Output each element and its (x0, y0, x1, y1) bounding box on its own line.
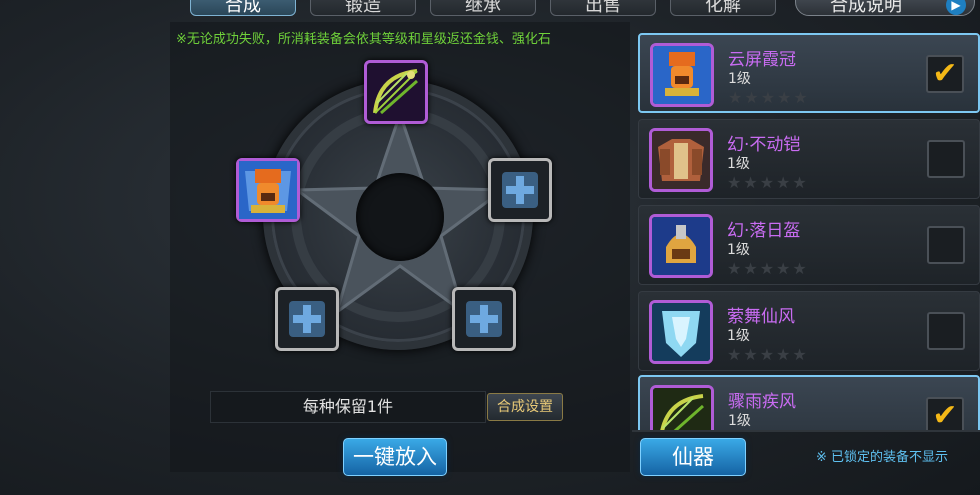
item-name: 幻·落日盔 (727, 221, 801, 241)
keep-one-each-bar: 每种保留1件 (210, 391, 486, 423)
arrow-right-icon: ▶ (946, 0, 966, 15)
plus-icon (466, 301, 502, 337)
crown-helmet-icon (239, 161, 297, 219)
synthesis-notice: ※无论成功失败，所消耗装备会依其等级和星级返还金钱、强化石 (176, 32, 551, 47)
tab-dissolve[interactable]: 化解 (670, 0, 776, 16)
item-checkbox[interactable]: ✔ (926, 55, 964, 93)
synthesis-help-label: 合成说明 (830, 0, 902, 16)
item-name: 幻·不动铠 (727, 135, 801, 155)
list-item[interactable]: 骤雨疾风 1级 ★★★★★ ✔ (638, 375, 980, 430)
item-level: 1级 (727, 156, 750, 172)
auto-fill-button[interactable]: 一键放入 (343, 438, 447, 476)
item-level: 1级 (728, 413, 751, 429)
list-item[interactable]: 云屏霞冠 1级 ★★★★★ ✔ (638, 33, 980, 113)
helmet-icon (649, 214, 713, 278)
star-rating-icon: ★★★★★ (728, 88, 810, 107)
bow-icon (650, 385, 714, 430)
item-level: 1级 (727, 242, 750, 258)
slot-left[interactable] (236, 158, 300, 222)
item-checkbox[interactable] (927, 312, 965, 350)
star-rating-icon: ★★★★★ (727, 345, 809, 364)
list-item[interactable]: 幻·不动铠 1级 ★★★★★ (638, 119, 980, 199)
list-divider (632, 430, 980, 432)
slot-right[interactable] (488, 158, 552, 222)
item-level: 1级 (727, 328, 750, 344)
checkmark-icon: ✔ (932, 56, 958, 91)
wheel-center-hole (356, 173, 444, 261)
locked-items-note: ※ 已锁定的装备不显示 (816, 450, 949, 465)
tab-synthesize[interactable]: 合成 (190, 0, 296, 16)
slot-top[interactable] (364, 60, 428, 124)
category-xianqi-button[interactable]: 仙器 (640, 438, 746, 476)
synthesis-help-tab[interactable]: 合成说明 ▶ (795, 0, 975, 16)
armor-icon (649, 128, 713, 192)
tab-inherit[interactable]: 继承 (430, 0, 536, 16)
item-checkbox[interactable]: ✔ (926, 397, 964, 430)
bow-icon (373, 69, 418, 115)
synth-settings-button[interactable]: 合成设置 (487, 393, 563, 421)
checkmark-icon: ✔ (932, 398, 958, 431)
item-checkbox[interactable] (927, 226, 965, 264)
slot-bottom-right[interactable] (452, 287, 516, 351)
star-rating-icon: ★★★★★ (727, 173, 809, 192)
plus-icon (289, 301, 325, 337)
item-checkbox[interactable] (927, 140, 965, 178)
slot-bottom-left[interactable] (275, 287, 339, 351)
shield-icon (649, 300, 713, 364)
item-name: 骤雨疾风 (728, 392, 796, 412)
plus-icon (502, 172, 538, 208)
item-name: 萦舞仙风 (727, 307, 795, 327)
list-item[interactable]: 萦舞仙风 1级 ★★★★★ (638, 291, 980, 371)
item-level: 1级 (728, 71, 751, 87)
star-rating-icon: ★★★★★ (727, 259, 809, 278)
tab-sell[interactable]: 出售 (550, 0, 656, 16)
list-item[interactable]: 幻·落日盔 1级 ★★★★★ (638, 205, 980, 285)
equipment-list[interactable]: 云屏霞冠 1级 ★★★★★ ✔ 幻·不动铠 1级 ★★★★★ 幻·落日盔 1级 … (638, 33, 980, 430)
tab-forge[interactable]: 锻造 (310, 0, 416, 16)
crown-helmet-icon (650, 43, 714, 107)
item-name: 云屏霞冠 (728, 50, 796, 70)
